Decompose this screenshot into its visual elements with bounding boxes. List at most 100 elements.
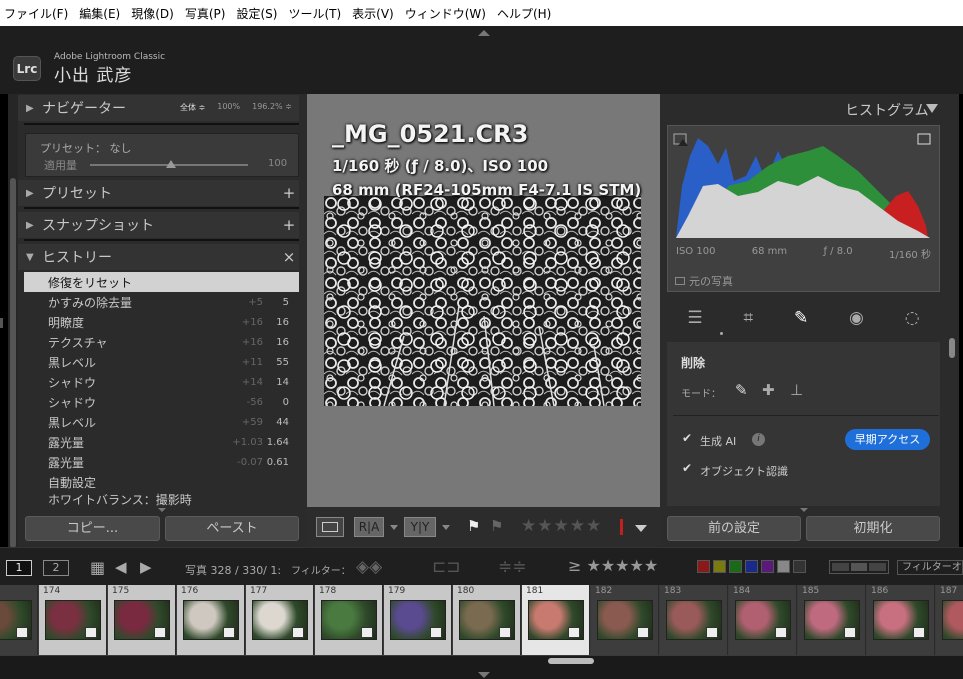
color-filter[interactable] [697,560,806,573]
reject-flag-icon[interactable]: ⚑ [490,517,503,535]
menu-settings[interactable]: 設定(S) [232,5,281,22]
collapse-bottom-icon[interactable] [478,672,490,678]
loupe-view-icon[interactable] [316,517,344,537]
object-detect-checkbox-icon[interactable]: ✔ [682,461,692,475]
history-item[interactable]: 黒レベル +59 44 [24,412,299,432]
right-scrollbar[interactable] [945,94,959,547]
gen-ai-checkbox-icon[interactable]: ✔ [682,431,692,445]
before-after-yy-icon[interactable]: Y|Y [404,517,436,537]
reset-button[interactable]: 初期化 [806,516,940,541]
history-item[interactable]: 露光量 -0.07 0.61 [24,452,299,472]
clear-history-icon[interactable]: × [279,248,299,266]
filmstrip-thumbnail[interactable]: 174 [39,585,107,655]
yellow-label-icon[interactable] [713,560,726,573]
filmstrip-thumbnail[interactable] [0,585,38,655]
presets-header[interactable]: ▶ プリセット + [18,180,299,206]
redeye-icon[interactable]: ◉ [849,308,864,328]
original-photo-toggle[interactable]: 元の写真 [675,273,733,289]
purple-label-icon[interactable] [761,560,774,573]
grid-view-icon[interactable]: ▦ [90,558,105,577]
zoom-fit[interactable]: 全体 ≑ [180,102,205,113]
remove-eraser-icon[interactable]: ✎ [794,308,808,328]
menu-tools[interactable]: ツール(T) [284,5,345,22]
menu-photo[interactable]: 写真(P) [181,5,230,22]
filmstrip-thumbnail[interactable]: 178 [315,585,383,655]
filmstrip-thumbnail[interactable]: 187 [936,585,963,655]
filmstrip-thumbnail[interactable]: 175 [108,585,176,655]
scroll-down-icon[interactable] [800,508,808,512]
edit-filter-icon[interactable]: ⊏⊐ [432,557,461,577]
crop-icon[interactable]: ⌗ [744,308,754,328]
filmstrip-scroll-thumb[interactable] [548,658,594,664]
scroll-thumb[interactable] [949,338,955,358]
menu-help[interactable]: ヘルプ(H) [493,5,555,22]
filmstrip-thumbnail[interactable]: 181 [522,585,590,655]
filter-presets-icon[interactable] [829,560,889,574]
history-item[interactable]: かすみの除去量 +5 5 [24,292,299,312]
filmstrip-thumbnail[interactable]: 182 [591,585,659,655]
filmstrip-thumbnail[interactable]: 177 [246,585,314,655]
history-item[interactable]: テクスチャ +16 16 [24,332,299,352]
history-item[interactable]: シャドウ +14 14 [24,372,299,392]
main-screen-button[interactable]: 1 [6,560,32,576]
menu-edit[interactable]: 編集(E) [75,5,124,22]
histogram[interactable] [667,125,940,292]
add-snapshot-icon[interactable]: + [279,216,299,234]
filter-off-dropdown[interactable]: フィルターオフ [897,560,963,575]
history-item[interactable]: 修復をリセット [24,272,299,292]
info-icon[interactable]: i [752,433,765,446]
filmstrip-thumbnail[interactable]: 183 [660,585,728,655]
paste-button[interactable]: ペースト [165,516,299,541]
zoom-custom[interactable]: 196.2% ≑ [252,102,292,113]
history-item[interactable]: シャドウ -56 0 [24,392,299,412]
custom-label-icon[interactable] [777,560,790,573]
forward-arrow-icon[interactable]: ▶ [140,558,152,576]
scroll-down-icon[interactable] [158,508,166,512]
checkbox-icon[interactable] [675,277,685,285]
previous-settings-button[interactable]: 前の設定 [667,516,801,541]
history-header[interactable]: ▼ ヒストリー × [18,244,299,270]
left-scrollbar[interactable] [8,94,18,548]
toolbar-menu-icon[interactable] [635,525,647,532]
copy-button[interactable]: コピー... [25,516,160,541]
pick-flag-icon[interactable]: ⚑ [467,517,480,535]
filmstrip-thumbnail[interactable]: 186 [867,585,935,655]
star-filter[interactable]: ≥ ★★★★★ [568,556,658,575]
history-item[interactable]: 露光量 +1.03 1.64 [24,432,299,452]
collapse-top-icon[interactable] [478,30,490,36]
filmstrip-thumbnail[interactable]: 184 [729,585,797,655]
dropdown-icon[interactable] [442,525,450,530]
history-item[interactable]: ホワイトバランス：撮影時 [24,492,299,507]
add-preset-icon[interactable]: + [279,184,299,202]
history-item[interactable]: 自動設定 [24,472,299,492]
before-after-ra-icon[interactable]: R|A [354,517,384,537]
back-arrow-icon[interactable]: ◀ [115,558,127,576]
heal-mode-icon[interactable]: ✚ [762,381,775,399]
green-label-icon[interactable] [729,560,742,573]
edit-sliders-icon[interactable]: ☰ [687,308,702,328]
dropdown-icon[interactable] [390,525,398,530]
shadow-clipping-icon[interactable] [678,139,688,146]
menu-window[interactable]: ウィンドウ(W) [401,5,490,22]
amount-slider-handle[interactable] [166,160,176,168]
adjust-filter-icon[interactable]: ≑≑ [498,557,527,577]
photo-preview[interactable] [324,196,641,406]
early-access-badge[interactable]: 早期アクセス [845,429,930,450]
history-item[interactable]: 黒レベル +11 55 [24,352,299,372]
filmstrip-thumbnail[interactable]: 179 [384,585,452,655]
zoom-100[interactable]: 100% [217,102,240,113]
flag-filter-icon[interactable]: ◈◈ [356,557,382,577]
masking-icon[interactable]: ◌ [905,308,920,328]
menu-view[interactable]: 表示(V) [348,5,398,22]
remove-mode-icon[interactable]: ✎ [735,381,748,399]
no-label-icon[interactable] [793,560,806,573]
menu-develop[interactable]: 現像(D) [127,5,178,22]
collapse-arrow-icon[interactable] [926,104,938,113]
color-label-icon[interactable] [620,519,623,535]
scroll-thumb[interactable] [10,178,16,548]
blue-label-icon[interactable] [745,560,758,573]
left-edge-handle[interactable] [0,318,3,328]
snapshots-header[interactable]: ▶ スナップショット + [18,212,299,238]
clone-mode-icon[interactable]: ⊥ [790,381,803,399]
filmstrip-thumbnail[interactable]: 185 [798,585,866,655]
